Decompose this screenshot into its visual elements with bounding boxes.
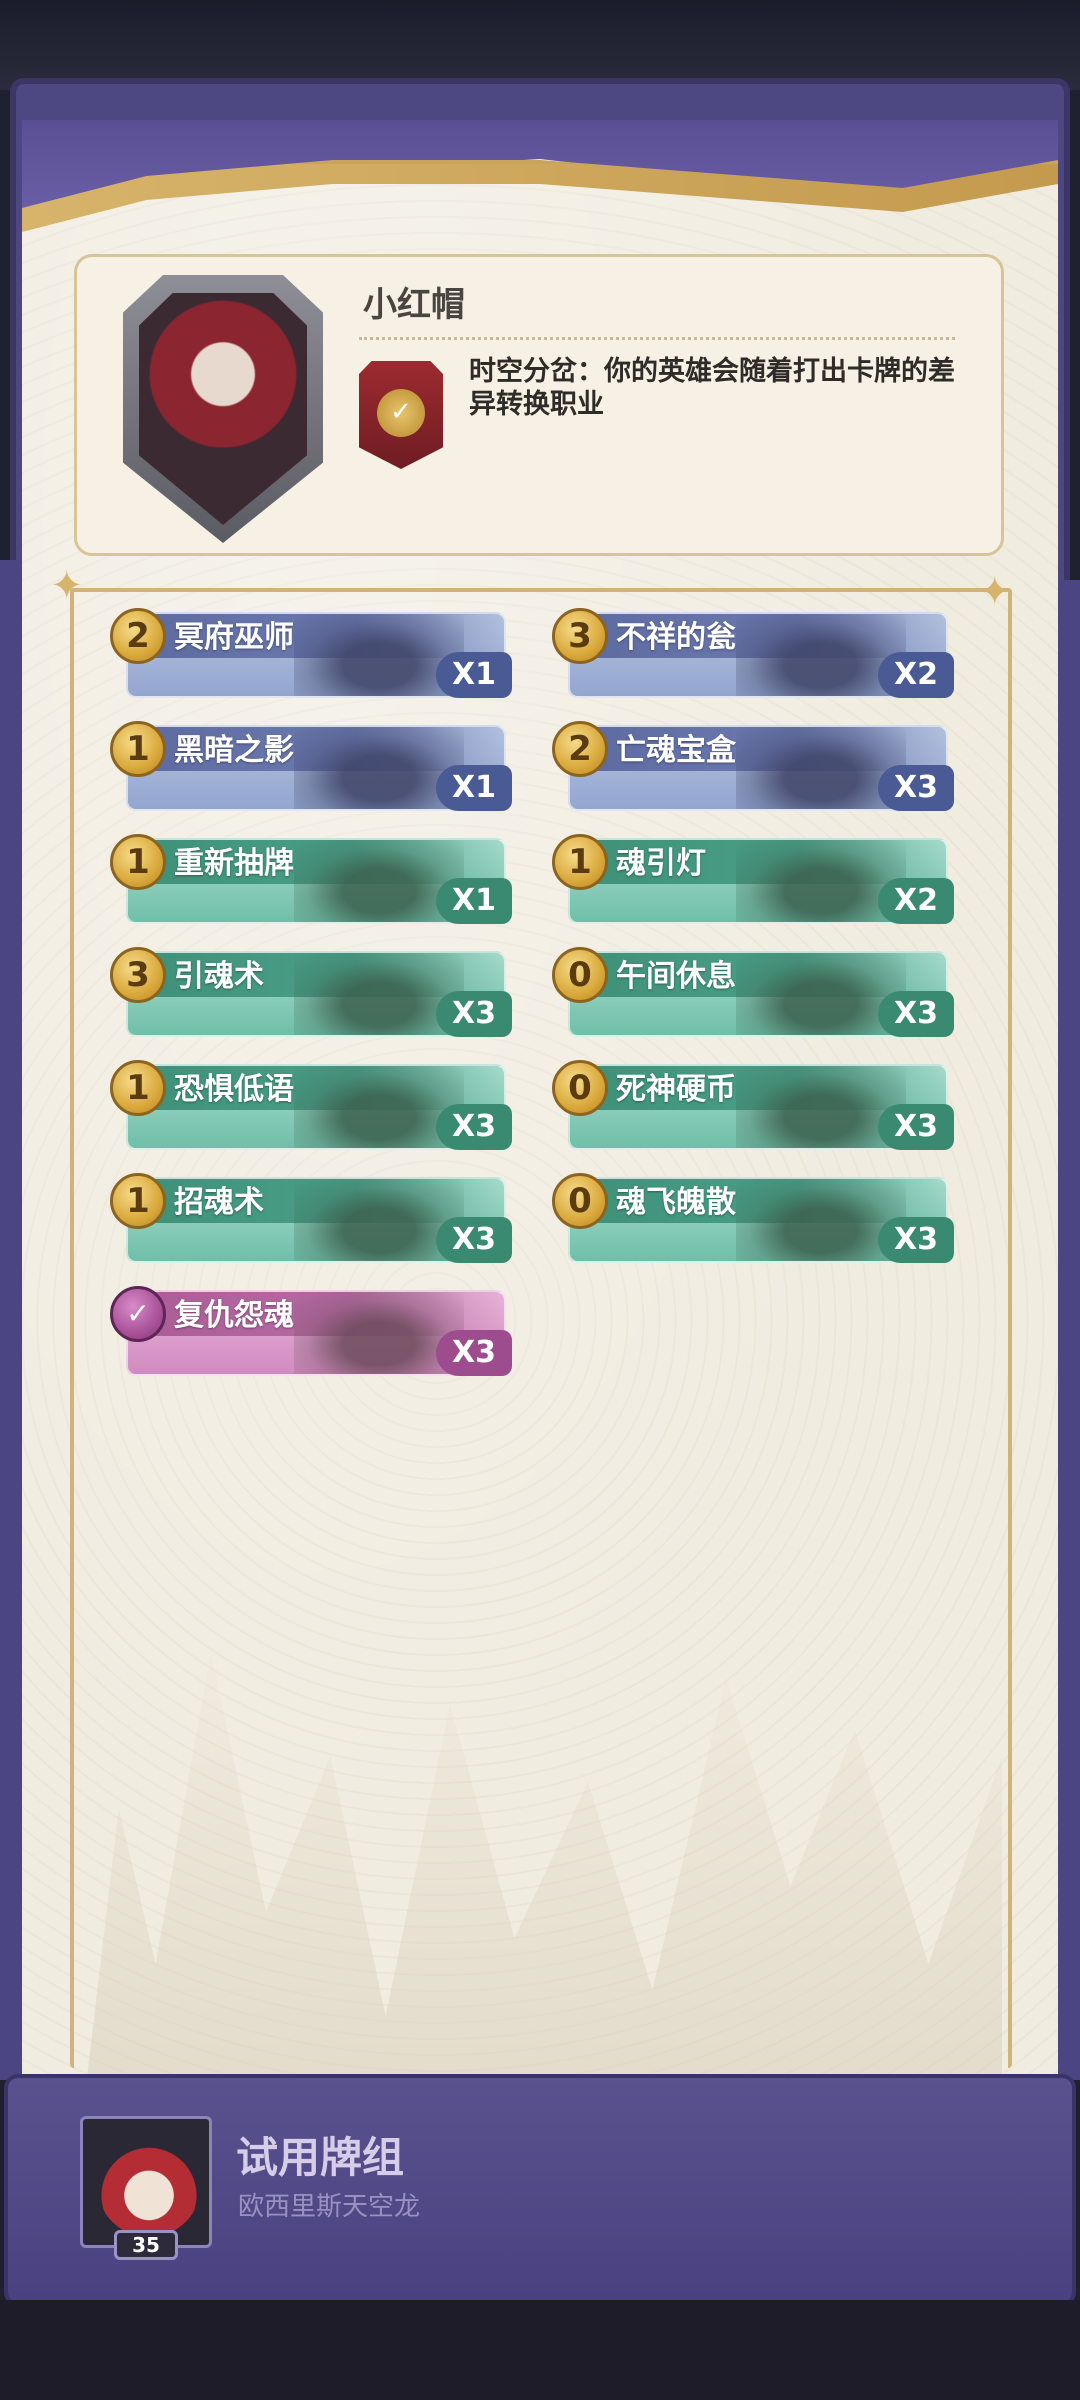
hero-skill-text: 时空分岔：你的英雄会随着打出卡牌的差异转换职业 xyxy=(469,356,955,420)
card-cost: 3 xyxy=(110,947,166,1003)
hero-skill-badge[interactable]: ✓ xyxy=(359,361,443,469)
card-count: X3 xyxy=(878,765,954,811)
card-cost: 1 xyxy=(110,1060,166,1116)
hero-divider xyxy=(359,337,955,340)
card-cost: 1 xyxy=(110,834,166,890)
card-count: X3 xyxy=(878,1104,954,1150)
card-count: X3 xyxy=(436,1104,512,1150)
card-count: X3 xyxy=(878,991,954,1037)
card-item[interactable]: 0 午间休息 X3 xyxy=(552,947,954,1037)
card-item[interactable]: 0 死神硬币 X3 xyxy=(552,1060,954,1150)
card-cost: 2 xyxy=(110,608,166,664)
hero-portrait xyxy=(123,275,323,543)
card-name: 不祥的瓮 xyxy=(616,620,736,655)
card-item[interactable]: 1 黑暗之影 X1 xyxy=(110,721,512,811)
card-count: X1 xyxy=(436,878,512,924)
card-item[interactable]: 2 亡魂宝盒 X3 xyxy=(552,721,954,811)
card-item[interactable]: 3 引魂术 X3 xyxy=(110,947,512,1037)
card-item[interactable]: 2 冥府巫师 X1 xyxy=(110,608,512,698)
check-icon: ✓ xyxy=(377,389,425,437)
card-name: 恐惧低语 xyxy=(174,1072,294,1107)
hero-name: 小红帽 xyxy=(363,285,465,325)
card-name: 黑暗之影 xyxy=(174,733,294,768)
deck-avatar[interactable] xyxy=(80,2116,212,2248)
card-name: 复仇怨魂 xyxy=(174,1298,294,1333)
card-cost: 0 xyxy=(552,1060,608,1116)
card-count: X2 xyxy=(878,878,954,924)
deck-card-count: 35 xyxy=(114,2230,178,2260)
card-cost: 1 xyxy=(110,721,166,777)
card-item[interactable]: 1 魂引灯 X2 xyxy=(552,834,954,924)
card-cost: 2 xyxy=(552,721,608,777)
card-name: 招魂术 xyxy=(174,1185,264,1220)
deck-title: 试用牌组 xyxy=(236,2133,405,2182)
side-frame-left xyxy=(0,560,22,2080)
card-count: X2 xyxy=(878,652,954,698)
card-cost: 0 xyxy=(552,1173,608,1229)
card-count: X3 xyxy=(436,991,512,1037)
card-count: X3 xyxy=(878,1217,954,1263)
card-count: X3 xyxy=(436,1330,512,1376)
red-riding-hood-portrait xyxy=(139,293,307,525)
card-name: 死神硬币 xyxy=(616,1072,736,1107)
star-icon: ✦ xyxy=(50,563,84,609)
card-cost: 1 xyxy=(110,1173,166,1229)
card-item[interactable]: 3 不祥的瓮 X2 xyxy=(552,608,954,698)
hero-card[interactable]: 小红帽 ✓ 时空分岔：你的英雄会随着打出卡牌的差异转换职业 xyxy=(74,254,1004,556)
card-item[interactable]: 1 招魂术 X3 xyxy=(110,1173,512,1263)
card-count: X1 xyxy=(436,765,512,811)
card-name: 重新抽牌 xyxy=(174,846,294,881)
card-name: 午间休息 xyxy=(616,959,736,994)
card-name: 亡魂宝盒 xyxy=(616,733,736,768)
card-name: 魂引灯 xyxy=(616,846,706,881)
card-count: X1 xyxy=(436,652,512,698)
top-shadow xyxy=(0,0,1080,90)
card-item[interactable]: 1 重新抽牌 X1 xyxy=(110,834,512,924)
card-cost: ✓ xyxy=(110,1286,166,1342)
card-count: X3 xyxy=(436,1217,512,1263)
star-icon: ✦ xyxy=(978,569,1012,615)
deck-subtitle: 欧西里斯天空龙 xyxy=(238,2192,421,2222)
card-cost: 0 xyxy=(552,947,608,1003)
card-item[interactable]: ✓ 复仇怨魂 X3 xyxy=(110,1286,512,1376)
bottom-shadow xyxy=(0,2300,1080,2400)
card-cost: 1 xyxy=(552,834,608,890)
card-name: 魂飞魄散 xyxy=(616,1185,736,1220)
card-cost: 3 xyxy=(552,608,608,664)
card-name: 冥府巫师 xyxy=(174,620,294,655)
red-riding-hood-avatar xyxy=(97,2133,201,2237)
card-item[interactable]: 1 恐惧低语 X3 xyxy=(110,1060,512,1150)
card-item[interactable]: 0 魂飞魄散 X3 xyxy=(552,1173,954,1263)
card-name: 引魂术 xyxy=(174,959,264,994)
deck-bar[interactable]: 35 试用牌组 欧西里斯天空龙 xyxy=(4,2074,1076,2306)
